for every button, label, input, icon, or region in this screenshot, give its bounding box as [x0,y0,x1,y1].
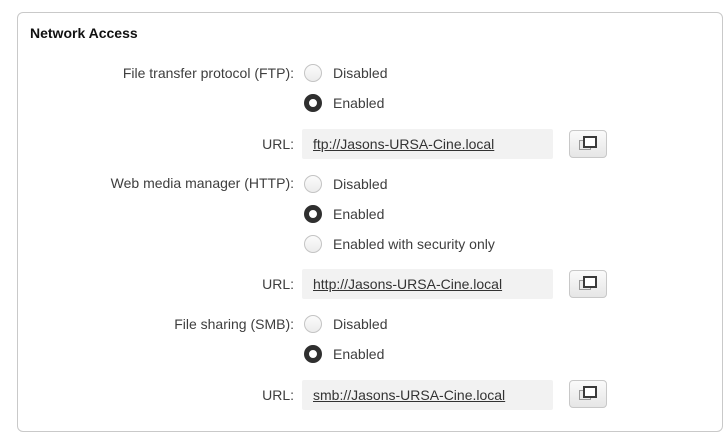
radio-label: Enabled [333,206,385,222]
smb-url-label: URL: [262,387,294,403]
http-radio-enabled-secure[interactable]: Enabled with security only [304,234,495,254]
smb-radio-enabled[interactable]: Enabled [304,344,384,364]
copy-icon [578,136,598,152]
radio-label: Disabled [333,316,388,332]
http-radio-enabled[interactable]: Enabled [304,204,384,224]
ftp-url-label: URL: [262,136,294,152]
ftp-url-field: ftp://Jasons-URSA-Cine.local [302,129,553,159]
ftp-radio-disabled[interactable]: Disabled [304,63,387,83]
http-copy-button[interactable] [569,270,607,298]
smb-label: File sharing (SMB): [174,316,294,332]
ftp-url-link[interactable]: ftp://Jasons-URSA-Cine.local [313,136,494,152]
section-title: Network Access [30,25,138,41]
radio-label: Enabled [333,95,385,111]
smb-radio-disabled[interactable]: Disabled [304,314,387,334]
radio-button-selected[interactable] [304,94,322,112]
ftp-copy-button[interactable] [569,130,607,158]
radio-button-selected[interactable] [304,205,322,223]
http-url-label: URL: [262,276,294,292]
copy-icon [578,276,598,292]
radio-label: Enabled [333,346,385,362]
radio-label: Disabled [333,65,388,81]
smb-url-field: smb://Jasons-URSA-Cine.local [302,380,553,410]
radio-button-selected[interactable] [304,345,322,363]
radio-label: Disabled [333,176,388,192]
ftp-label: File transfer protocol (FTP): [122,65,294,81]
http-label: Web media manager (HTTP): [110,175,294,191]
http-url-field: http://Jasons-URSA-Cine.local [302,269,553,299]
http-url-link[interactable]: http://Jasons-URSA-Cine.local [313,276,502,292]
radio-label: Enabled with security only [333,236,495,252]
radio-button-unselected[interactable] [304,64,322,82]
smb-copy-button[interactable] [569,380,607,408]
http-radio-disabled[interactable]: Disabled [304,174,387,194]
radio-button-unselected[interactable] [304,315,322,333]
radio-button-unselected[interactable] [304,175,322,193]
copy-icon [578,386,598,402]
smb-url-link[interactable]: smb://Jasons-URSA-Cine.local [313,387,505,403]
ftp-radio-enabled[interactable]: Enabled [304,93,384,113]
radio-button-unselected[interactable] [304,235,322,253]
